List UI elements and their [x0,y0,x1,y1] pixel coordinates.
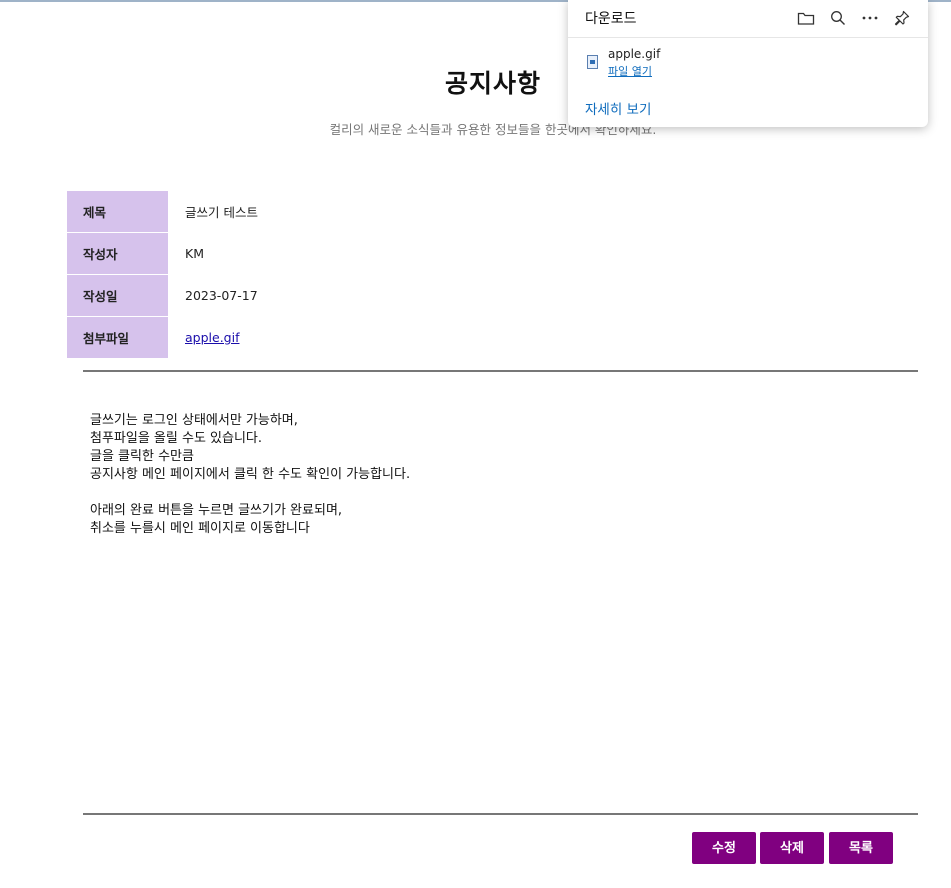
delete-button[interactable]: 삭제 [760,832,824,864]
content-top-divider [83,370,918,372]
body-line: 글쓰기는 로그인 상태에서만 가능하며, [90,413,298,428]
row-date: 작성일 2023-07-17 [67,274,258,317]
row-author: 작성자 KM [67,232,258,275]
downloads-title: 다운로드 [585,11,637,27]
downloads-header: 다운로드 [568,0,928,38]
author-value: KM [168,232,258,275]
date-label: 작성일 [67,274,168,317]
author-label: 작성자 [67,232,168,275]
body-line: 공지사항 메인 페이지에서 클릭 한 수도 확인이 가능합니다. [90,467,411,482]
search-icon[interactable] [827,7,849,29]
content-bottom-divider [83,813,918,815]
body-line: 첨푸파일을 올릴 수도 있습니다. [90,431,263,446]
edit-button[interactable]: 수정 [692,832,756,864]
post-body: 글쓰기는 로그인 상태에서만 가능하며, 첨푸파일을 올릴 수도 있습니다. 글… [90,412,890,538]
attachment-label: 첨부파일 [67,316,168,359]
title-value: 글쓰기 테스트 [168,191,258,233]
body-line [90,484,890,502]
body-line: 취소를 누를시 메인 페이지로 이동합니다 [90,521,310,536]
body-line: 글을 클릭한 수만큼 [90,449,194,464]
post-info-table: 제목 글쓰기 테스트 작성자 KM 작성일 2023-07-17 첨부파일 ap… [67,191,258,359]
attachment-cell: apple.gif [168,316,258,359]
see-more-link[interactable]: 자세히 보기 [585,98,651,118]
download-filename[interactable]: apple.gif [608,47,660,61]
row-attachment: 첨부파일 apple.gif [67,316,258,359]
row-title: 제목 글쓰기 테스트 [67,191,258,233]
body-line: 아래의 완료 버튼을 누르면 글쓰기가 완료되며, [90,503,343,518]
date-value: 2023-07-17 [168,274,258,317]
attachment-link[interactable]: apple.gif [185,330,239,345]
open-file-link[interactable]: 파일 열기 [608,63,652,79]
image-file-icon [587,55,598,69]
pin-icon[interactable] [891,7,913,29]
title-label: 제목 [67,191,168,233]
more-icon[interactable] [859,7,881,29]
folder-icon[interactable] [795,7,817,29]
downloads-panel: 다운로드 apple.gif 파일 열기 자세히 보기 [568,0,928,127]
list-button[interactable]: 목록 [829,832,893,864]
